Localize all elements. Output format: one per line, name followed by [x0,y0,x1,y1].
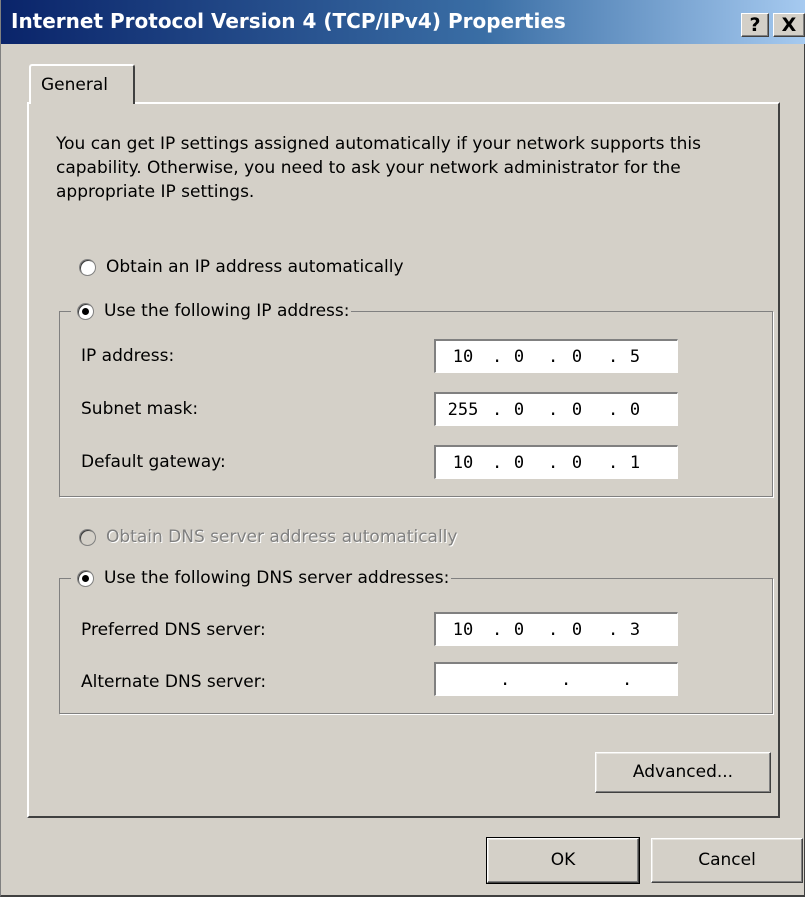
tab-general-label: General [41,75,108,95]
dot: . [492,453,503,473]
ip-manual-radio-row[interactable]: Use the following IP address: [71,298,352,324]
dot: . [500,670,511,690]
subnet-mask-label: Subnet mask: [81,399,199,419]
dot: . [492,347,503,367]
octet: 0 [513,620,525,640]
description-text: You can get IP settings assigned automat… [56,134,701,202]
octet: 3 [629,620,641,640]
octet: 0 [571,400,583,420]
dns-auto-radio[interactable] [79,528,96,546]
dot: . [608,400,619,420]
dot: . [548,453,559,473]
dot: . [548,620,559,640]
dns-auto-label: Obtain DNS server address automatically [106,527,458,547]
dot: . [492,620,503,640]
default-gateway-label: Default gateway: [81,452,226,472]
alternate-dns-field[interactable]: . . . [434,662,678,696]
tab-general[interactable]: General [29,64,135,104]
ip-auto-label: Obtain an IP address automatically [106,257,404,277]
dns-manual-radio[interactable] [77,569,94,587]
dns-manual-label: Use the following DNS server addresses: [104,568,450,588]
preferred-dns-label: Preferred DNS server: [81,620,266,640]
dot: . [548,400,559,420]
dot: . [492,400,503,420]
ip-manual-radio[interactable] [77,302,94,320]
octet: 255 [447,400,479,420]
ip-auto-radio[interactable] [79,258,96,276]
ip-manual-label: Use the following IP address: [104,301,350,321]
octet: 1 [629,453,641,473]
octet: 5 [629,347,641,367]
octet: 0 [513,453,525,473]
dns-auto-radio-row[interactable]: Obtain DNS server address automatically [79,527,457,547]
ok-button[interactable]: OK [486,837,640,884]
alternate-dns-label: Alternate DNS server: [81,672,267,692]
dot: . [608,453,619,473]
dot: . [608,620,619,640]
octet: 0 [571,620,583,640]
dot: . [561,670,572,690]
octet: 0 [629,400,641,420]
window-title: Internet Protocol Version 4 (TCP/IPv4) P… [11,9,566,33]
default-gateway-field[interactable]: 10 . 0 . 0 . 1 [434,445,678,479]
octet: 10 [452,620,474,640]
octet: 10 [452,453,474,473]
octet: 0 [571,453,583,473]
octet: 10 [452,347,474,367]
dialog-window: Internet Protocol Version 4 (TCP/IPv4) P… [0,0,805,897]
ip-address-label: IP address: [81,346,175,366]
octet: 0 [571,347,583,367]
help-button[interactable]: ? [741,13,769,37]
dot: . [548,347,559,367]
advanced-button[interactable]: Advanced... [595,752,771,793]
octet: 0 [513,347,525,367]
dot: . [608,347,619,367]
dns-manual-radio-row[interactable]: Use the following DNS server addresses: [71,565,452,591]
subnet-mask-field[interactable]: 255 . 0 . 0 . 0 [434,392,678,426]
ip-address-field[interactable]: 10 . 0 . 0 . 5 [434,339,678,373]
close-button[interactable]: X [773,13,805,37]
dot: . [622,670,633,690]
octet: 0 [513,400,525,420]
preferred-dns-field[interactable]: 10 . 0 . 0 . 3 [434,612,678,646]
cancel-button[interactable]: Cancel [651,838,803,883]
title-bar[interactable]: Internet Protocol Version 4 (TCP/IPv4) P… [1,0,805,44]
ip-auto-radio-row[interactable]: Obtain an IP address automatically [79,257,404,277]
